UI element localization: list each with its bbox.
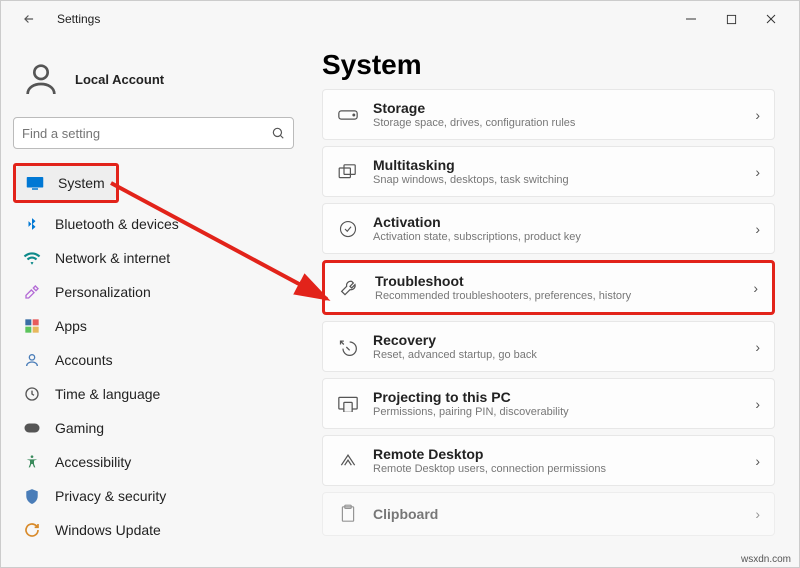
nav-label: System [58, 175, 105, 191]
chevron-right-icon: › [755, 396, 760, 412]
card-subtitle: Activation state, subscriptions, product… [373, 231, 741, 243]
nav-label: Windows Update [55, 522, 161, 538]
gaming-icon [23, 419, 41, 437]
page-title: System [322, 49, 775, 81]
card-title: Projecting to this PC [373, 389, 741, 405]
account-name: Local Account [75, 72, 164, 87]
nav-label: Gaming [55, 420, 104, 436]
sidebar-item-network[interactable]: Network & internet [13, 241, 294, 275]
card-activation[interactable]: Activation Activation state, subscriptio… [322, 203, 775, 254]
search-input[interactable] [22, 126, 271, 141]
watermark: wsxdn.com [741, 554, 791, 565]
card-title: Clipboard [373, 506, 741, 522]
card-recovery[interactable]: Recovery Reset, advanced startup, go bac… [322, 321, 775, 372]
card-remote-desktop[interactable]: Remote Desktop Remote Desktop users, con… [322, 435, 775, 486]
projecting-icon [337, 393, 359, 415]
card-title: Storage [373, 100, 741, 116]
card-multitasking[interactable]: Multitasking Snap windows, desktops, tas… [322, 146, 775, 197]
card-title: Multitasking [373, 157, 741, 173]
sidebar-item-apps[interactable]: Apps [13, 309, 294, 343]
nav-label: Apps [55, 318, 87, 334]
sidebar-item-personalization[interactable]: Personalization [13, 275, 294, 309]
nav-label: Bluetooth & devices [55, 216, 179, 232]
chevron-right-icon: › [755, 453, 760, 469]
wifi-icon [23, 249, 41, 267]
card-troubleshoot[interactable]: Troubleshoot Recommended troubleshooters… [322, 260, 775, 315]
sidebar-item-accounts[interactable]: Accounts [13, 343, 294, 377]
clipboard-icon [337, 503, 359, 525]
sidebar-item-time[interactable]: Time & language [13, 377, 294, 411]
nav-label: Time & language [55, 386, 160, 402]
recovery-icon [337, 336, 359, 358]
card-subtitle: Storage space, drives, configuration rul… [373, 117, 741, 129]
card-subtitle: Snap windows, desktops, task switching [373, 174, 741, 186]
multitasking-icon [337, 161, 359, 183]
sidebar-item-gaming[interactable]: Gaming [13, 411, 294, 445]
search-icon [271, 126, 285, 140]
sidebar-item-update[interactable]: Windows Update [13, 513, 294, 547]
troubleshoot-icon [339, 277, 361, 299]
main-content: System Storage Storage space, drives, co… [306, 37, 799, 567]
nav-label: Network & internet [55, 250, 170, 266]
minimize-button[interactable] [671, 3, 711, 35]
sidebar-item-system[interactable]: System [16, 166, 116, 200]
nav-label: Privacy & security [55, 488, 166, 504]
chevron-right-icon: › [755, 221, 760, 237]
maximize-button[interactable] [711, 3, 751, 35]
nav-label: Accessibility [55, 454, 131, 470]
accessibility-icon [23, 453, 41, 471]
accounts-icon [23, 351, 41, 369]
chevron-right-icon: › [755, 506, 760, 522]
back-button[interactable] [17, 7, 41, 31]
chevron-right-icon: › [753, 280, 758, 296]
avatar-icon [21, 59, 61, 99]
update-icon [23, 521, 41, 539]
card-storage[interactable]: Storage Storage space, drives, configura… [322, 89, 775, 140]
account-info[interactable]: Local Account [13, 45, 294, 117]
card-subtitle: Remote Desktop users, connection permiss… [373, 463, 741, 475]
remote-desktop-icon [337, 450, 359, 472]
personalization-icon [23, 283, 41, 301]
card-subtitle: Reset, advanced startup, go back [373, 349, 741, 361]
sidebar: Local Account System Bluetooth & devices [1, 37, 306, 567]
sidebar-item-privacy[interactable]: Privacy & security [13, 479, 294, 513]
card-clipboard[interactable]: Clipboard › [322, 492, 775, 536]
activation-icon [337, 218, 359, 240]
search-input-container[interactable] [13, 117, 294, 149]
clock-icon [23, 385, 41, 403]
window-title: Settings [57, 12, 100, 26]
chevron-right-icon: › [755, 107, 760, 123]
card-subtitle: Recommended troubleshooters, preferences… [375, 290, 739, 302]
card-title: Recovery [373, 332, 741, 348]
sidebar-item-bluetooth[interactable]: Bluetooth & devices [13, 207, 294, 241]
card-subtitle: Permissions, pairing PIN, discoverabilit… [373, 406, 741, 418]
card-title: Troubleshoot [375, 273, 739, 289]
nav-label: Accounts [55, 352, 113, 368]
shield-icon [23, 487, 41, 505]
storage-icon [337, 104, 359, 126]
card-projecting[interactable]: Projecting to this PC Permissions, pairi… [322, 378, 775, 429]
sidebar-item-accessibility[interactable]: Accessibility [13, 445, 294, 479]
system-icon [26, 174, 44, 192]
chevron-right-icon: › [755, 164, 760, 180]
chevron-right-icon: › [755, 339, 760, 355]
card-title: Activation [373, 214, 741, 230]
apps-icon [23, 317, 41, 335]
bluetooth-icon [23, 215, 41, 233]
nav-label: Personalization [55, 284, 151, 300]
titlebar: Settings [1, 1, 799, 37]
card-title: Remote Desktop [373, 446, 741, 462]
close-button[interactable] [751, 3, 791, 35]
